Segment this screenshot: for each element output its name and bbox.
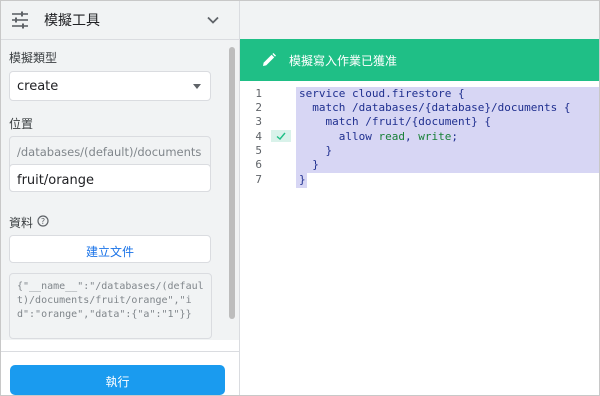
- code-keyword-allow: allow: [338, 130, 379, 143]
- json-preview-text: {"__name__":"/databases/(default)/docume…: [17, 281, 204, 320]
- location-input[interactable]: fruit/orange: [9, 164, 211, 192]
- run-bar: 執行: [1, 351, 239, 395]
- line-number: 7: [255, 173, 262, 186]
- line-number: 3: [255, 115, 262, 128]
- json-preview: {"__name__":"/databases/(default)/docume…: [9, 273, 212, 339]
- tune-icon: [12, 11, 28, 29]
- location-field: /databases/(default)/documents fruit/ora…: [9, 136, 211, 192]
- code-line-4[interactable]: allow read, write;: [299, 130, 458, 143]
- data-label: 資料: [9, 216, 34, 230]
- code-method-read: read: [378, 130, 406, 143]
- code-line-3[interactable]: match /fruit/{document} {: [299, 115, 491, 128]
- rules-playground-window: 模擬工具 模擬類型 create 位置 /databases/(default)…: [0, 0, 600, 396]
- simulator-panel: 模擬工具 模擬類型 create 位置 /databases/(default)…: [1, 1, 239, 395]
- scrollbar-thumb[interactable]: [229, 47, 235, 319]
- location-prefix: /databases/(default)/documents: [17, 145, 202, 159]
- line-number: 2: [255, 101, 262, 114]
- simulator-title: 模擬工具: [44, 13, 100, 29]
- pencil-icon: [263, 53, 276, 66]
- result-banner: 模擬寫入作業已獲准: [240, 39, 599, 81]
- code-method-write: write: [418, 130, 452, 143]
- simulation-type-value: create: [17, 79, 59, 94]
- result-banner-text: 模擬寫入作業已獲准: [289, 54, 398, 68]
- code-semicolon: ;: [451, 130, 458, 143]
- line-number: 5: [255, 144, 262, 157]
- location-input-value: fruit/orange: [17, 173, 95, 188]
- run-button[interactable]: 執行: [10, 365, 225, 395]
- code-separator: ,: [405, 130, 419, 143]
- simulator-header[interactable]: 模擬工具: [1, 1, 239, 40]
- line-number: 4: [255, 130, 262, 143]
- line-number: 6: [255, 158, 262, 171]
- run-button-label: 執行: [105, 375, 130, 389]
- rules-editor-panel: 模擬寫入作業已獲准 1 2 3 4 5 6 7 service cloud.fi…: [240, 1, 599, 395]
- editor-toolbar: [240, 1, 599, 39]
- caret-down-icon: [193, 84, 201, 89]
- allowed-line-marker: [271, 130, 291, 142]
- create-document-label: 建立文件: [85, 245, 134, 259]
- code-line-6[interactable]: }: [299, 158, 319, 171]
- code-line-5[interactable]: }: [299, 144, 332, 157]
- line-number: 1: [255, 87, 262, 100]
- svg-text:?: ?: [41, 217, 45, 226]
- simulation-type-select[interactable]: create: [9, 71, 211, 101]
- help-icon[interactable]: ?: [37, 215, 49, 227]
- create-document-button[interactable]: 建立文件: [9, 235, 211, 263]
- code-line-7[interactable]: }: [299, 173, 306, 186]
- chevron-down-icon[interactable]: [206, 13, 220, 27]
- code-line-2[interactable]: match /databases/{database}/documents {: [299, 101, 570, 114]
- check-icon: [276, 132, 286, 140]
- location-label: 位置: [9, 117, 34, 131]
- code-line-1[interactable]: service cloud.firestore {: [299, 87, 465, 100]
- simulation-type-label: 模擬類型: [9, 51, 58, 65]
